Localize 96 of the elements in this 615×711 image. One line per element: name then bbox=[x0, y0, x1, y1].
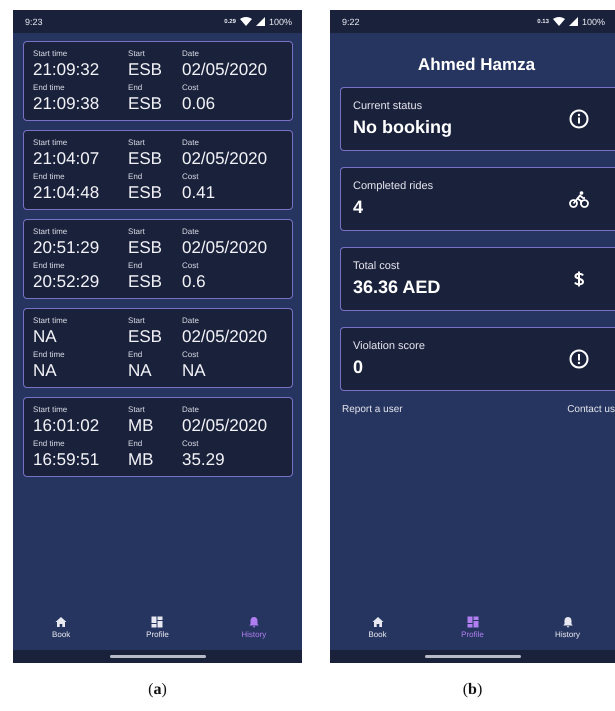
alert-icon bbox=[569, 349, 589, 369]
signal-icon bbox=[568, 17, 578, 26]
home-icon bbox=[372, 616, 384, 628]
field-value: 0.6 bbox=[182, 271, 206, 293]
field-label: Start bbox=[128, 226, 145, 237]
field-value: 02/05/2020 bbox=[182, 237, 268, 259]
field-label: Start time bbox=[33, 226, 68, 237]
field-value: 21:09:32 bbox=[33, 59, 100, 81]
field-value: 02/05/2020 bbox=[182, 415, 268, 437]
field-value: MB bbox=[128, 449, 154, 471]
bell-icon bbox=[248, 616, 260, 628]
clock-time: 9:23 bbox=[25, 16, 43, 26]
field-value: 21:04:07 bbox=[33, 148, 100, 170]
signal-icon bbox=[256, 17, 265, 26]
field-value: ESB bbox=[128, 271, 162, 293]
field-value: 0.06 bbox=[182, 93, 216, 115]
field-label: Cost bbox=[182, 349, 198, 360]
field-label: Cost bbox=[182, 171, 198, 182]
stat-value: No booking bbox=[353, 117, 452, 138]
field-value: 21:04:48 bbox=[33, 182, 100, 204]
field-value: 0.41 bbox=[182, 182, 216, 204]
nav-tab[interactable]: Profile bbox=[127, 616, 188, 638]
clock-time: 9:22 bbox=[342, 16, 360, 26]
field-value: ESB bbox=[128, 237, 162, 259]
field-value: 21:09:38 bbox=[33, 93, 100, 115]
field-value: 02/05/2020 bbox=[182, 59, 268, 81]
wifi-icon bbox=[240, 17, 252, 26]
field-label: End bbox=[128, 260, 142, 271]
field-label: End time bbox=[33, 171, 65, 182]
user-name: Ahmed Hamza bbox=[416, 55, 536, 75]
stat-value: 4 bbox=[353, 197, 364, 218]
field-value: 20:51:29 bbox=[33, 237, 100, 259]
field-label: End time bbox=[33, 82, 65, 93]
field-value: NA bbox=[33, 360, 57, 382]
bell-icon bbox=[562, 616, 574, 628]
field-value: 16:59:51 bbox=[33, 449, 100, 471]
stat-value: 0 bbox=[353, 357, 364, 378]
field-label: Start bbox=[128, 48, 145, 59]
field-label: Start bbox=[128, 404, 145, 415]
text-link[interactable]: Report a user bbox=[342, 404, 403, 415]
battery-level: 100% bbox=[582, 16, 605, 26]
stat-label: Completed rides bbox=[353, 180, 434, 192]
field-label: End bbox=[128, 349, 142, 360]
field-label: Date bbox=[182, 226, 199, 237]
battery-level: 100% bbox=[268, 16, 292, 26]
field-value: ESB bbox=[128, 59, 162, 81]
stat-label: Violation score bbox=[353, 340, 425, 352]
field-value: NA bbox=[128, 360, 152, 382]
stat-label: Current status bbox=[353, 100, 422, 112]
field-value: MB bbox=[128, 415, 154, 437]
field-label: End bbox=[128, 171, 142, 182]
field-label: Cost bbox=[182, 260, 198, 271]
nav-tab[interactable]: Book bbox=[348, 616, 408, 638]
figure-caption: (a) bbox=[148, 681, 167, 699]
field-value: ESB bbox=[128, 326, 162, 348]
text-link[interactable]: Contact us bbox=[567, 404, 615, 415]
field-label: End time bbox=[33, 438, 65, 449]
field-label: Start time bbox=[33, 48, 68, 59]
dashboard-icon bbox=[466, 616, 478, 628]
home-icon bbox=[55, 616, 68, 628]
nav-tab[interactable]: Book bbox=[31, 616, 92, 638]
field-label: Date bbox=[182, 315, 199, 326]
field-value: 02/05/2020 bbox=[182, 148, 268, 170]
nav-tab[interactable]: History bbox=[224, 616, 284, 638]
wifi-icon bbox=[552, 17, 565, 26]
field-value: ESB bbox=[128, 93, 162, 115]
field-label: End bbox=[128, 82, 142, 93]
nav-tab[interactable]: History bbox=[538, 616, 598, 638]
field-value: 16:01:02 bbox=[33, 415, 100, 437]
stat-value: 36.36 AED bbox=[353, 277, 440, 298]
info-icon bbox=[569, 109, 589, 129]
field-label: Date bbox=[182, 137, 199, 148]
field-label: Start time bbox=[33, 137, 68, 148]
field-value: ESB bbox=[128, 182, 162, 204]
field-label: Start time bbox=[33, 315, 68, 326]
field-label: End bbox=[128, 438, 142, 449]
field-value: 35.29 bbox=[182, 449, 225, 471]
field-value: NA bbox=[33, 326, 57, 348]
field-label: End time bbox=[33, 349, 65, 360]
field-value: ESB bbox=[128, 148, 162, 170]
cyclist-icon bbox=[569, 189, 589, 209]
field-value: 20:52:29 bbox=[33, 271, 100, 293]
field-label: Cost bbox=[182, 82, 198, 93]
field-label: Cost bbox=[182, 438, 198, 449]
field-value: NA bbox=[182, 360, 206, 382]
stat-label: Total cost bbox=[353, 260, 400, 272]
field-label: Date bbox=[182, 404, 199, 415]
field-label: Date bbox=[182, 48, 199, 59]
figure-caption: (b) bbox=[462, 681, 482, 699]
dashboard-icon bbox=[151, 616, 164, 628]
field-label: Start bbox=[128, 137, 145, 148]
field-label: End time bbox=[33, 260, 65, 271]
field-label: Start bbox=[128, 315, 145, 326]
field-label: Start time bbox=[33, 404, 68, 415]
nav-tab[interactable]: Profile bbox=[442, 616, 502, 638]
field-value: 02/05/2020 bbox=[182, 326, 268, 348]
